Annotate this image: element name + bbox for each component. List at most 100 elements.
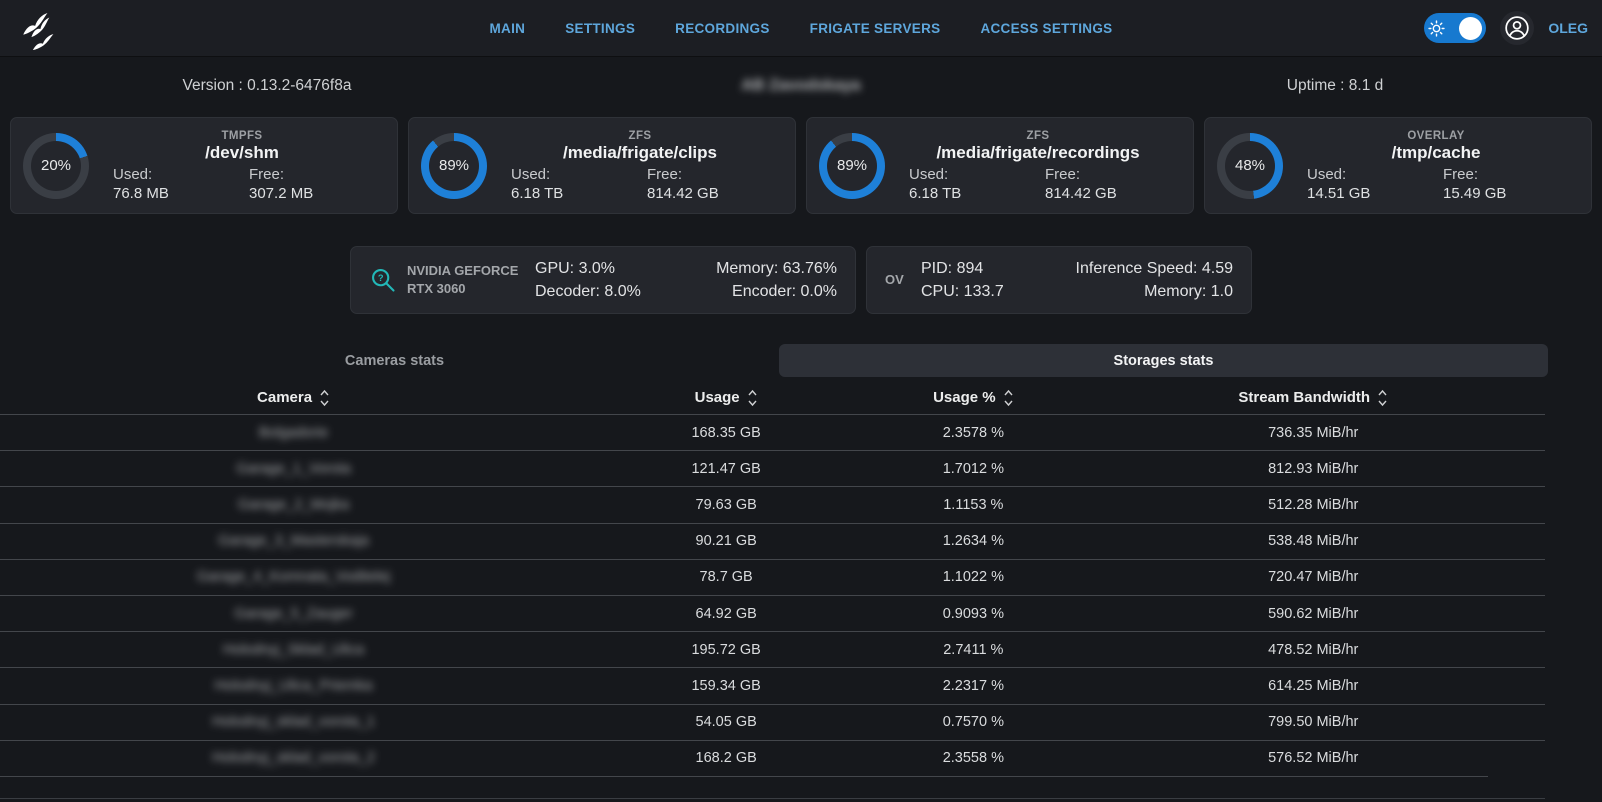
usage-cell: 64.92 GB <box>587 606 865 622</box>
table-row: Garage_4_Komnata_Voditelej 78.7 GB 1.102… <box>0 559 1545 595</box>
column-header-usage[interactable]: Usage <box>587 389 865 407</box>
usage-gauge: 89% <box>819 133 885 199</box>
table-row: Bolgadorie 168.35 GB 2.3578 % 736.35 MiB… <box>0 414 1545 450</box>
column-header-bandwidth[interactable]: Stream Bandwidth <box>1081 389 1545 407</box>
bandwidth-cell: 720.47 MiB/hr <box>1081 569 1545 585</box>
fs-type-label: ZFS <box>895 130 1181 142</box>
bandwidth-cell: 812.93 MiB/hr <box>1081 461 1545 477</box>
free-value: 814.42 GB <box>1045 185 1181 202</box>
nav-item-recordings[interactable]: RECORDINGS <box>675 21 770 36</box>
usage-pct-cell: 2.3558 % <box>865 750 1081 766</box>
tab-storages-stats[interactable]: Storages stats <box>779 344 1548 377</box>
usage-pct-cell: 1.1153 % <box>865 497 1081 513</box>
gpu-name-label: NVIDIA GEFORCE RTX 3060 <box>407 262 527 297</box>
server-name-label: AB Zavodskaya <box>534 77 1068 95</box>
gpu-encoder-stat: Encoder: 0.0% <box>716 283 837 301</box>
storage-cards-row: 20% TMPFS /dev/shm Used: Free: 76.8 MB 3… <box>0 115 1602 214</box>
usage-pct-cell: 2.7411 % <box>865 642 1081 658</box>
usage-gauge: 20% <box>23 133 89 199</box>
usage-pct-cell: 2.2317 % <box>865 678 1081 694</box>
uptime-label: Uptime : 8.1 d <box>1068 77 1602 95</box>
bandwidth-cell: 512.28 MiB/hr <box>1081 497 1545 513</box>
fs-path-label: /media/frigate/recordings <box>895 143 1181 163</box>
camera-name-cell: Garage_3_Masterskaja <box>0 533 587 549</box>
usage-pct-cell: 0.7570 % <box>865 714 1081 730</box>
storage-card-dev-shm: 20% TMPFS /dev/shm Used: Free: 76.8 MB 3… <box>10 117 398 214</box>
usage-cell: 78.7 GB <box>587 569 865 585</box>
column-header-camera[interactable]: Camera <box>0 389 587 407</box>
system-info-row: Version : 0.13.2-6476f8a AB Zavodskaya U… <box>0 57 1602 115</box>
fs-path-label: /dev/shm <box>99 143 385 163</box>
column-label: Stream Bandwidth <box>1238 389 1370 406</box>
bandwidth-cell: 736.35 MiB/hr <box>1081 425 1545 441</box>
bandwidth-cell: 590.62 MiB/hr <box>1081 606 1545 622</box>
usage-cell: 168.35 GB <box>587 425 865 441</box>
table-row: Garage_3_Masterskaja 90.21 GB 1.2634 % 5… <box>0 523 1545 559</box>
next-row-partial-divider <box>0 798 1545 799</box>
bandwidth-cell: 576.52 MiB/hr <box>1081 750 1545 766</box>
storage-card-tmp-cache: 48% OVERLAY /tmp/cache Used: Free: 14.51… <box>1204 117 1592 214</box>
gauge-percent-label: 89% <box>439 157 469 174</box>
camera-name-cell: Bolgadorie <box>0 425 587 441</box>
free-label: Free: <box>249 166 385 183</box>
main-nav: MAIN SETTINGS RECORDINGS FRIGATE SERVERS… <box>0 21 1602 36</box>
camera-name-cell: Holodnyj_Ulica_Priemka <box>0 678 587 694</box>
table-row: Holodnyj_Sklad_Ulica 195.72 GB 2.7411 % … <box>0 631 1545 667</box>
sort-chevrons-icon <box>1003 389 1014 407</box>
person-circle-icon <box>1504 15 1530 41</box>
toggle-knob <box>1459 17 1482 40</box>
used-value: 76.8 MB <box>113 185 249 202</box>
column-label: Usage % <box>933 389 996 406</box>
usage-cell: 90.21 GB <box>587 533 865 549</box>
used-value: 6.18 TB <box>909 185 1045 202</box>
usage-cell: 195.72 GB <box>587 642 865 658</box>
top-navigation-bar: MAIN SETTINGS RECORDINGS FRIGATE SERVERS… <box>0 0 1602 57</box>
usage-pct-cell: 1.1022 % <box>865 569 1081 585</box>
table-row: Garage_1_Vorota 121.47 GB 1.7012 % 812.9… <box>0 450 1545 486</box>
free-value: 814.42 GB <box>647 185 783 202</box>
usage-cell: 159.34 GB <box>587 678 865 694</box>
camera-name-cell: Garage_1_Vorota <box>0 461 587 477</box>
storage-card-recordings: 89% ZFS /media/frigate/recordings Used: … <box>806 117 1194 214</box>
camera-name-cell: Holodnyj_Sklad_Ulica <box>0 642 587 658</box>
gpu-decoder-stat: Decoder: 8.0% <box>535 283 641 301</box>
free-value: 15.49 GB <box>1443 185 1579 202</box>
column-header-usage-pct[interactable]: Usage % <box>865 389 1081 407</box>
fs-type-label: ZFS <box>497 130 783 142</box>
nav-item-settings[interactable]: SETTINGS <box>565 21 635 36</box>
fs-type-label: TMPFS <box>99 130 385 142</box>
nav-item-frigate-servers[interactable]: FRIGATE SERVERS <box>810 21 941 36</box>
gpu-usage-stat: GPU: 3.0% <box>535 260 641 278</box>
bandwidth-cell: 614.25 MiB/hr <box>1081 678 1545 694</box>
nav-item-access-settings[interactable]: ACCESS SETTINGS <box>980 21 1112 36</box>
bandwidth-cell: 478.52 MiB/hr <box>1081 642 1545 658</box>
table-bottom-divider <box>0 776 1488 777</box>
usage-gauge: 89% <box>421 133 487 199</box>
storage-stats-table: Camera Usage Usage % Stream Bandwidth Bo… <box>0 381 1545 777</box>
topbar-right-controls: OLEG <box>1424 11 1588 45</box>
gauge-percent-label: 20% <box>41 157 71 174</box>
version-label: Version : 0.13.2-6476f8a <box>0 77 534 95</box>
used-label: Used: <box>909 166 1045 183</box>
sort-chevrons-icon <box>1377 389 1388 407</box>
usage-cell: 54.05 GB <box>587 714 865 730</box>
free-value: 307.2 MB <box>249 185 385 202</box>
table-row: Garage_2_Mojka 79.63 GB 1.1153 % 512.28 … <box>0 486 1545 522</box>
username-label[interactable]: OLEG <box>1548 20 1588 36</box>
nav-item-main[interactable]: MAIN <box>490 21 526 36</box>
detector-name-label: OV <box>885 271 913 289</box>
usage-cell: 168.2 GB <box>587 750 865 766</box>
tab-cameras-stats[interactable]: Cameras stats <box>10 344 779 377</box>
detector-pid-stat: PID: 894 <box>921 260 1004 278</box>
usage-cell: 79.63 GB <box>587 497 865 513</box>
theme-toggle[interactable] <box>1424 13 1486 43</box>
usage-gauge: 48% <box>1217 133 1283 199</box>
user-avatar[interactable] <box>1500 11 1534 45</box>
frigate-logo-icon <box>14 5 58 51</box>
table-row: Garage_5_Zauger 64.92 GB 0.9093 % 590.62… <box>0 595 1545 631</box>
gpu-memory-stat: Memory: 63.76% <box>716 260 837 278</box>
table-header-row: Camera Usage Usage % Stream Bandwidth <box>0 381 1545 414</box>
free-label: Free: <box>647 166 783 183</box>
sort-chevrons-icon <box>747 389 758 407</box>
camera-name-cell: Garage_5_Zauger <box>0 606 587 622</box>
